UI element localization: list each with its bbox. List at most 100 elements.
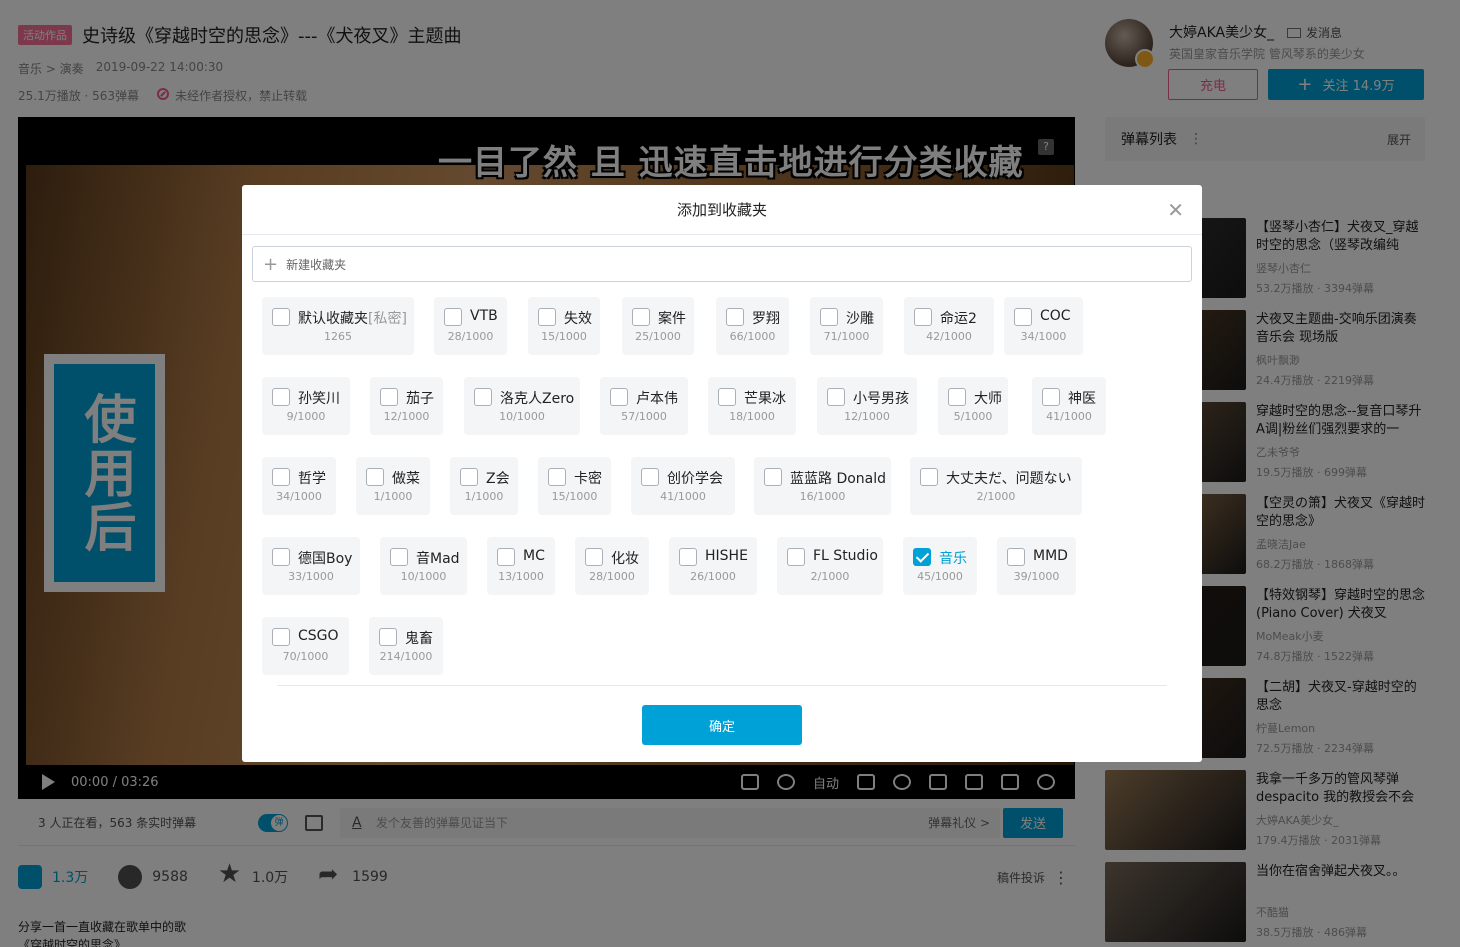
folder-checkbox[interactable] [460, 468, 478, 486]
dialog-divider [277, 685, 1167, 686]
folder-item[interactable]: 洛克人Zero 10/1000 [464, 377, 580, 435]
folder-checkbox[interactable] [272, 548, 290, 566]
folder-checkbox[interactable] [914, 308, 932, 326]
folder-checkbox[interactable] [610, 388, 628, 406]
folder-item[interactable]: 茄子 12/1000 [370, 377, 443, 435]
add-to-favorites-dialog: 添加到收藏夹 ✕ + 新建收藏夹 默认收藏夹[私密] 1265 VTB 28/1000… [242, 185, 1202, 762]
folder-checkbox[interactable] [632, 308, 650, 326]
folder-count: 39/1000 [1013, 570, 1060, 583]
folder-checkbox[interactable] [538, 308, 556, 326]
folder-item[interactable]: 做菜 1/1000 [356, 457, 430, 515]
folder-name: 罗翔 [752, 311, 780, 327]
folder-checkbox[interactable] [272, 308, 290, 326]
folder-item[interactable]: 默认收藏夹[私密] 1265 [262, 297, 414, 355]
folder-checkbox[interactable] [390, 548, 408, 566]
folder-name: HISHE [705, 548, 748, 564]
folder-count: 25/1000 [635, 330, 681, 343]
folder-checkbox[interactable] [820, 308, 838, 326]
folder-count: 16/1000 [799, 490, 846, 503]
folder-item[interactable]: 卡密 15/1000 [538, 457, 611, 515]
folder-checkbox[interactable] [641, 468, 659, 486]
folder-checkbox[interactable] [920, 468, 938, 486]
folder-item[interactable]: 音Mad 10/1000 [380, 537, 467, 595]
folder-name: 失效 [564, 311, 592, 327]
folder-item[interactable]: 德国Boy 33/1000 [262, 537, 360, 595]
folder-checkbox[interactable] [444, 308, 462, 326]
folder-checkbox[interactable] [679, 548, 697, 566]
folder-item[interactable]: Z会 1/1000 [450, 457, 518, 515]
folder-checkbox[interactable] [585, 548, 603, 566]
folder-item[interactable]: 卢本伟 57/1000 [600, 377, 688, 435]
folder-checkbox[interactable] [366, 468, 384, 486]
folder-name: 案件 [658, 311, 686, 327]
folder-checkbox[interactable] [913, 548, 931, 566]
folder-item[interactable]: 神医 41/1000 [1032, 377, 1106, 435]
folder-name: 蓝蓝路 Donald [790, 471, 887, 487]
folder-count: 10/1000 [499, 410, 545, 423]
folder-name: 洛克人Zero [500, 391, 575, 407]
folder-checkbox[interactable] [272, 388, 290, 406]
folder-item[interactable]: 孙笑川 9/1000 [262, 377, 350, 435]
folder-count: 70/1000 [282, 650, 329, 663]
folder-item[interactable]: HISHE 26/1000 [669, 537, 757, 595]
folder-item[interactable]: 化妆 28/1000 [575, 537, 649, 595]
folder-count: 13/1000 [498, 570, 544, 583]
folder-item[interactable]: 哲学 34/1000 [262, 457, 336, 515]
folder-count: 18/1000 [729, 410, 775, 423]
folder-checkbox[interactable] [787, 548, 805, 566]
folder-count: 1/1000 [373, 490, 413, 503]
folder-name: 音乐 [939, 551, 967, 567]
folder-checkbox[interactable] [380, 388, 398, 406]
plus-icon: + [263, 253, 279, 275]
folder-count: 28/1000 [589, 570, 635, 583]
folder-checkbox[interactable] [272, 468, 290, 486]
folder-item[interactable]: 鬼畜 214/1000 [369, 617, 443, 675]
folder-checkbox[interactable] [718, 388, 736, 406]
folder-checkbox[interactable] [379, 628, 397, 646]
folder-checkbox[interactable] [474, 388, 492, 406]
folder-name: 哲学 [298, 471, 326, 487]
folder-count: 34/1000 [1020, 330, 1067, 343]
folder-name: 小号男孩 [853, 391, 909, 407]
folder-count: 214/1000 [379, 650, 433, 663]
folder-checkbox[interactable] [548, 468, 566, 486]
folder-checkbox[interactable] [827, 388, 845, 406]
folder-item[interactable]: 大丈夫だ、问题ない 2/1000 [910, 457, 1082, 515]
folder-checkbox[interactable] [1007, 548, 1025, 566]
folder-item[interactable]: 创价学会 41/1000 [631, 457, 735, 515]
folder-item[interactable]: 沙雕 71/1000 [810, 297, 883, 355]
folder-name: FL Studio [813, 548, 878, 564]
folder-count: 41/1000 [1046, 410, 1092, 423]
folder-count: 41/1000 [660, 490, 706, 503]
folder-item[interactable]: 失效 15/1000 [528, 297, 600, 355]
folder-item[interactable]: 案件 25/1000 [622, 297, 694, 355]
folder-item[interactable]: 音乐 45/1000 [903, 537, 977, 595]
folder-count: 15/1000 [551, 490, 598, 503]
folder-count: 42/1000 [926, 330, 972, 343]
folder-item[interactable]: 大师 5/1000 [938, 377, 1008, 435]
folder-item[interactable]: 小号男孩 12/1000 [817, 377, 917, 435]
folder-checkbox[interactable] [497, 548, 515, 566]
folder-item[interactable]: FL Studio 2/1000 [777, 537, 883, 595]
folder-item[interactable]: MMD 39/1000 [997, 537, 1076, 595]
folder-item[interactable]: CSGO 70/1000 [262, 617, 349, 675]
folder-item[interactable]: 罗翔 66/1000 [716, 297, 789, 355]
folder-name: CSGO [298, 628, 339, 644]
folder-name: 卢本伟 [636, 391, 678, 407]
folder-item[interactable]: 芒果冰 18/1000 [708, 377, 796, 435]
new-folder-input[interactable]: + 新建收藏夹 [252, 246, 1192, 282]
folder-count: 10/1000 [400, 570, 447, 583]
folder-checkbox[interactable] [272, 628, 290, 646]
confirm-button[interactable]: 确定 [642, 705, 802, 745]
folder-checkbox[interactable] [948, 388, 966, 406]
close-icon[interactable]: ✕ [1167, 200, 1184, 220]
folder-checkbox[interactable] [726, 308, 744, 326]
folder-checkbox[interactable] [1042, 388, 1060, 406]
folder-item[interactable]: 命运2 42/1000 [904, 297, 994, 355]
folder-item[interactable]: 蓝蓝路 Donald 16/1000 [754, 457, 891, 515]
folder-item[interactable]: VTB 28/1000 [434, 297, 507, 355]
folder-checkbox[interactable] [764, 468, 782, 486]
folder-checkbox[interactable] [1014, 308, 1032, 326]
folder-item[interactable]: COC 34/1000 [1004, 297, 1083, 355]
folder-item[interactable]: MC 13/1000 [487, 537, 555, 595]
